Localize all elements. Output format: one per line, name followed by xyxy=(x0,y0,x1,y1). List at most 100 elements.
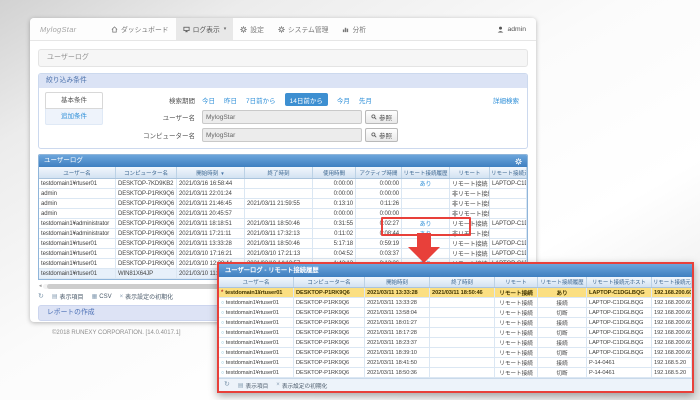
table-row[interactable]: testdomain1¥rtuser01DESKTOP-7KD9KB22021/… xyxy=(39,179,527,189)
table-row[interactable]: ○testdomain1¥rtuser01DESKTOP-P1RK9Q62021… xyxy=(219,338,692,348)
table-cell: 2021/03/11 17:32:13 xyxy=(245,229,313,239)
computer-name-input[interactable] xyxy=(202,128,362,142)
table-cell: DESKTOP-7KD9KB2 xyxy=(116,179,177,189)
period-today-link[interactable]: 今日 xyxy=(202,95,215,105)
table-row[interactable]: testdomain1¥rtuser01DESKTOP-P1RK9Q62021/… xyxy=(39,239,527,249)
table-cell xyxy=(430,298,495,308)
reset-display-settings-button[interactable]: × 表示設定の初期化 xyxy=(120,292,174,301)
table-row[interactable]: ○testdomain1¥rtuser01DESKTOP-P1RK9Q62021… xyxy=(219,318,692,328)
table-cell: DESKTOP-P1RK9Q6 xyxy=(116,239,177,249)
table-cell: 192.168.200.60 xyxy=(652,328,692,338)
table-cell: DESKTOP-P1RK9Q6 xyxy=(294,358,365,368)
table-cell xyxy=(402,189,450,199)
column-header[interactable]: 開始時刻▼ xyxy=(177,167,245,179)
scroll-left-icon[interactable]: ◄ xyxy=(38,283,42,289)
table-cell xyxy=(430,318,495,328)
filter-panel-body: 基本条件 追加条件 検索期間 今日 昨日 7日前から 14日前から 今月 先月 … xyxy=(39,88,527,148)
search-period-label: 検索期間 xyxy=(107,95,195,105)
filter-panel-header[interactable]: 絞り込み条件 xyxy=(39,74,527,88)
column-header[interactable]: リモート接続履歴 xyxy=(402,167,450,179)
table-cell: 2021/03/11 18:17:28 xyxy=(365,328,430,338)
period-this-month-link[interactable]: 今月 xyxy=(337,95,350,105)
nav-settings[interactable]: 設定 xyxy=(233,18,271,40)
table-cell: ○testdomain1¥rtuser01 xyxy=(219,338,294,348)
popup-reset-display-button[interactable]: × 表示設定の初期化 xyxy=(276,381,327,390)
period-14days-button-selected[interactable]: 14日前から xyxy=(285,93,328,106)
nav-system-admin[interactable]: システム管理 xyxy=(271,18,336,40)
period-last-month-link[interactable]: 先月 xyxy=(359,95,372,105)
column-header[interactable]: ユーザー名 xyxy=(219,277,294,288)
refresh-icon[interactable]: ↻ xyxy=(38,293,44,301)
table-row[interactable]: *testdomain1¥rtuser01DESKTOP-P1RK9Q62021… xyxy=(219,288,692,298)
user-browse-button[interactable]: 参照 xyxy=(365,110,398,124)
table-cell: LAPTOP-C1DGLBQG xyxy=(587,338,652,348)
table-cell: 2021/03/11 21:59:55 xyxy=(245,199,313,209)
column-header[interactable]: 使用時間 xyxy=(313,167,356,179)
user-name-input[interactable] xyxy=(202,110,362,124)
table-cell: 0:11:26 xyxy=(356,199,402,209)
table-cell xyxy=(245,209,313,219)
user-name-row: ユーザー名 参照 xyxy=(107,110,521,124)
close-icon: × xyxy=(276,382,280,388)
table-cell: 接続 xyxy=(538,298,587,308)
table-cell: 2021/03/11 18:01:27 xyxy=(365,318,430,328)
table-row[interactable]: ○testdomain1¥rtuser01DESKTOP-P1RK9Q62021… xyxy=(219,308,692,318)
column-header[interactable]: コンピューター名 xyxy=(116,167,177,179)
header-row: ユーザー名コンピューター名開始時刻▼終了時刻使用時間アクティブ時間リモート接続履… xyxy=(39,167,527,179)
popup-display-items-button[interactable]: ▤ 表示項目 xyxy=(238,381,268,390)
computer-browse-button[interactable]: 参照 xyxy=(365,128,398,142)
table-row[interactable]: ○testdomain1¥rtuser01DESKTOP-P1RK9Q62021… xyxy=(219,348,692,358)
column-header[interactable]: ユーザー名 xyxy=(39,167,116,179)
advanced-search-link[interactable]: 詳細検索 xyxy=(493,95,519,105)
display-items-button[interactable]: ▤ 表示項目 xyxy=(52,292,84,301)
column-header[interactable]: リモート接続履歴 xyxy=(538,277,587,288)
column-header[interactable]: リモート xyxy=(450,167,490,179)
user-menu[interactable]: admin xyxy=(497,26,526,33)
table-title: ユーザーログ xyxy=(44,155,83,167)
table-cell: リモート接続 xyxy=(495,368,538,378)
tab-basic-conditions[interactable]: 基本条件 xyxy=(45,92,103,109)
column-header[interactable]: コンピューター名 xyxy=(294,277,365,288)
table-cell: DESKTOP-P1RK9Q6 xyxy=(294,318,365,328)
nav-dashboard[interactable]: ダッシュボード xyxy=(104,18,176,40)
nav-log-view[interactable]: ログ表示 ▾ xyxy=(176,18,234,40)
column-header[interactable]: リモート接続元IPアドレス xyxy=(652,277,692,288)
table-row[interactable]: ○testdomain1¥rtuser01DESKTOP-P1RK9Q62021… xyxy=(219,298,692,308)
table-cell: LAPTOP-C1DGLBQG xyxy=(587,348,652,358)
refresh-icon[interactable]: ↻ xyxy=(224,381,230,389)
csv-export-button[interactable]: ▦ CSV xyxy=(92,293,112,300)
column-header[interactable]: 終了時刻 xyxy=(430,277,495,288)
record-icon: ○ xyxy=(221,350,224,356)
table-cell: 192.168.200.60 xyxy=(652,338,692,348)
filter-fields: 検索期間 今日 昨日 7日前から 14日前から 今月 先月 詳細検索 ユーザー名… xyxy=(103,92,521,142)
column-header[interactable]: アクティブ時間 xyxy=(356,167,402,179)
table-cell: ○testdomain1¥rtuser01 xyxy=(219,308,294,318)
display-items-label: 表示項目 xyxy=(60,292,84,301)
table-row[interactable]: ○testdomain1¥rtuser01DESKTOP-P1RK9Q62021… xyxy=(219,368,692,378)
column-header[interactable]: リモート xyxy=(495,277,538,288)
record-icon: ○ xyxy=(221,360,224,366)
table-row[interactable]: ○testdomain1¥rtuser01DESKTOP-P1RK9Q62021… xyxy=(219,358,692,368)
nav-analysis[interactable]: 分析 xyxy=(335,18,373,40)
table-cell: DESKTOP-P1RK9Q6 xyxy=(294,328,365,338)
table-cell xyxy=(490,189,527,199)
column-header[interactable]: リモート接続元ホスト xyxy=(587,277,652,288)
table-cell: 切断 xyxy=(538,328,587,338)
gear-icon[interactable] xyxy=(515,158,522,165)
column-header[interactable]: 開始時刻 xyxy=(365,277,430,288)
table-row[interactable]: testdomain1¥rtuser01DESKTOP-P1RK9Q62021/… xyxy=(39,249,527,259)
remote-history-link[interactable]: あり xyxy=(402,179,450,189)
table-row[interactable]: ○testdomain1¥rtuser01DESKTOP-P1RK9Q62021… xyxy=(219,328,692,338)
period-7days-link[interactable]: 7日前から xyxy=(246,95,276,105)
table-cell: P-14-0461 xyxy=(587,358,652,368)
table-cell: 2021/03/11 18:18:51 xyxy=(177,219,245,229)
column-header[interactable]: リモート接続元ホスト xyxy=(490,167,527,179)
table-cell: 192.168.5.20 xyxy=(652,358,692,368)
table-row[interactable]: adminDESKTOP-P1RK9Q62021/03/11 22:01:240… xyxy=(39,189,527,199)
computer-name-label: コンピューター名 xyxy=(107,130,195,140)
period-yesterday-link[interactable]: 昨日 xyxy=(224,95,237,105)
table-cell xyxy=(430,358,495,368)
tab-additional-conditions[interactable]: 追加条件 xyxy=(45,109,103,125)
column-header[interactable]: 終了時刻 xyxy=(245,167,313,179)
table-row[interactable]: adminDESKTOP-P1RK9Q62021/03/11 21:46:452… xyxy=(39,199,527,209)
